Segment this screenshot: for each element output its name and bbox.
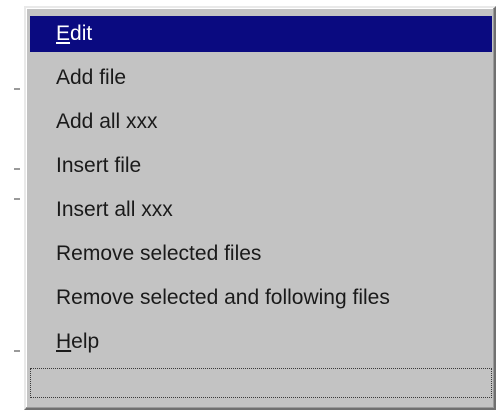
background-window-edge — [0, 0, 22, 413]
empty-focused-menu-row[interactable] — [30, 368, 492, 398]
menu-item-remove-selected[interactable]: Remove selected files — [30, 236, 492, 272]
menu-item-accelerator: E — [56, 22, 71, 45]
background-tick — [14, 350, 20, 352]
background-tick — [14, 168, 20, 170]
background-tick — [14, 88, 20, 90]
background-tick — [14, 198, 20, 200]
menu-item-accelerator: H — [56, 330, 72, 353]
menu-item-help[interactable]: Help — [30, 324, 492, 360]
menu-item-label: Add file — [56, 66, 127, 89]
menu-item-label: Remove selected and following files — [56, 286, 390, 309]
menu-item-label-rest: elp — [71, 330, 100, 353]
menu-item-insert-all[interactable]: Insert all xxx — [30, 192, 492, 228]
menu-item-label: Remove selected files — [56, 242, 262, 265]
menu-item-edit[interactable]: Edit — [30, 16, 492, 52]
menu-item-insert-file[interactable]: Insert file — [30, 148, 492, 184]
menu-item-label: Insert all xxx — [56, 198, 173, 221]
menu-item-add-file[interactable]: Add file — [30, 60, 492, 96]
context-menu: Edit Add file Add all xxx Insert file In… — [24, 6, 496, 410]
menu-item-label-rest: dit — [70, 22, 93, 45]
menu-item-label: Add all xxx — [56, 110, 158, 133]
menu-item-remove-selected-and-following[interactable]: Remove selected and following files — [30, 280, 492, 316]
menu-item-add-all[interactable]: Add all xxx — [30, 104, 492, 140]
menu-item-label: Insert file — [56, 154, 142, 177]
